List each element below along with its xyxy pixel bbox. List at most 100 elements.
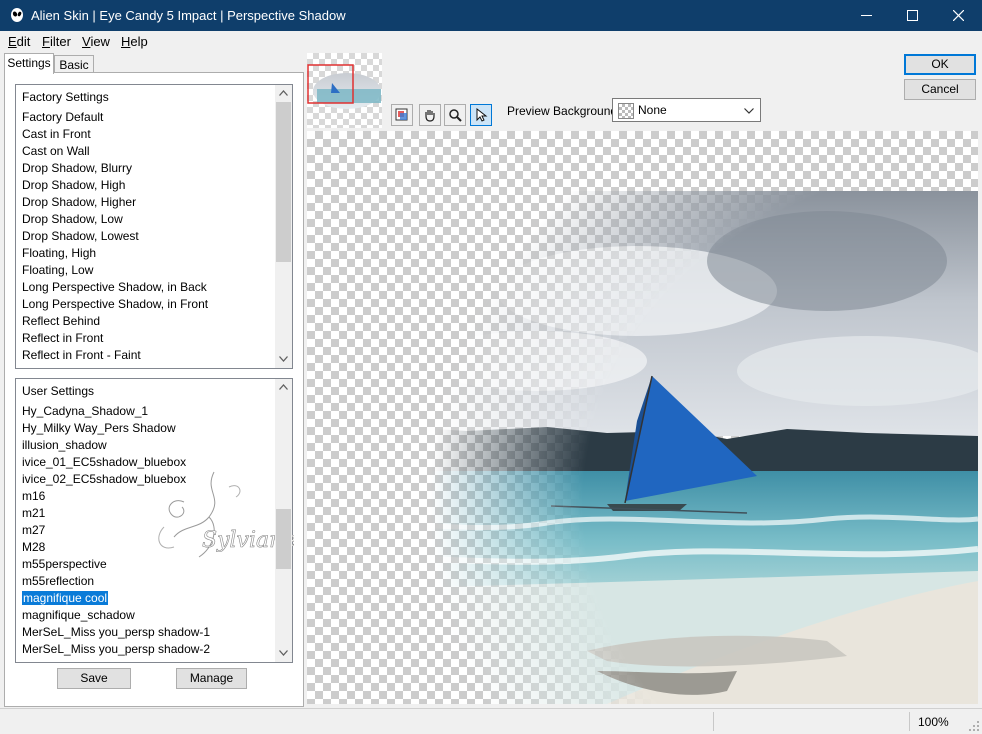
list-item-label: Hy_Milky Way_Pers Shadow [22, 421, 176, 435]
zoom-level: 100% [918, 715, 949, 729]
list-item[interactable]: Reflect Behind [22, 313, 274, 330]
user-settings-list[interactable]: User Settings Hy_Cadyna_Shadow_1 Hy_Milky… [15, 378, 294, 663]
list-item-label: Floating, Low [22, 263, 94, 277]
list-item[interactable]: illusion_shadow [22, 437, 274, 454]
user-list-scrollbar[interactable] [275, 379, 292, 662]
list-item[interactable]: Floating, High [22, 245, 274, 262]
factory-settings-list[interactable]: Factory Settings Factory Default Cast in … [15, 84, 293, 369]
list-item[interactable]: MerSeL_Miss you_persp shadow-2 [22, 641, 274, 658]
save-button[interactable]: Save [57, 668, 131, 689]
list-item-label: MerSeL_Miss you_persp shadow-1 [22, 625, 211, 639]
list-item[interactable]: Drop Shadow, Low [22, 211, 274, 228]
pointer-icon [476, 108, 488, 122]
close-button[interactable] [936, 0, 982, 31]
title-bar: Alien Skin | Eye Candy 5 Impact | Perspe… [0, 0, 982, 31]
list-item[interactable]: Cast in Front [22, 126, 274, 143]
menu-help[interactable]: Help [121, 34, 148, 49]
zoom-tool[interactable] [444, 104, 466, 126]
zoom-icon [449, 109, 462, 122]
preview-background-value: None [638, 103, 667, 117]
navigator-tool[interactable] [391, 104, 413, 126]
list-item-label: Hy_Cadyna_Shadow_1 [22, 404, 149, 418]
list-item[interactable]: Cast on Wall [22, 143, 274, 160]
chevron-down-icon [279, 650, 288, 656]
resize-grip-icon[interactable] [968, 720, 980, 732]
list-item-label: Drop Shadow, Low [22, 212, 123, 226]
scroll-up-button[interactable] [275, 379, 292, 396]
scroll-down-button[interactable] [275, 645, 292, 662]
list-item[interactable]: Drop Shadow, Blurry [22, 160, 274, 177]
menu-edit[interactable]: Edit [8, 34, 30, 49]
list-item-label: MerSeL_Miss you_persp shadow-2 [22, 642, 211, 656]
factory-settings-items: Factory Default Cast in Front Cast on Wall… [22, 109, 274, 364]
settings-panel: Factory Settings Factory Default Cast in … [4, 72, 304, 707]
list-item-label: m27 [22, 523, 46, 537]
list-item-label: Long Perspective Shadow, in Back [22, 280, 207, 294]
preview-background-label: Preview Background: [507, 104, 621, 118]
scroll-thumb[interactable] [276, 509, 291, 569]
list-item-label: m16 [22, 489, 46, 503]
list-item[interactable]: Reflect in Front - Faint [22, 347, 274, 364]
chevron-up-icon [279, 90, 288, 96]
list-item[interactable]: Floating, Low [22, 262, 274, 279]
navigator-image [307, 64, 381, 109]
list-item-label: m55perspective [22, 557, 107, 571]
navigator-thumbnail[interactable] [307, 53, 382, 128]
list-item[interactable]: Hy_Cadyna_Shadow_1 [22, 403, 274, 420]
list-item-label: magnifique_schadow [22, 608, 135, 622]
list-item-label: Drop Shadow, Lowest [22, 229, 139, 243]
list-item[interactable]: Drop Shadow, High [22, 177, 274, 194]
transparent-swatch-icon [618, 103, 634, 119]
maximize-icon [907, 10, 918, 21]
list-item-label: M28 [22, 540, 46, 554]
list-item[interactable]: Long Perspective Shadow, in Front [22, 296, 274, 313]
window-title: Alien Skin | Eye Candy 5 Impact | Perspe… [31, 8, 346, 23]
list-item[interactable]: Long Perspective Shadow, in Back [22, 279, 274, 296]
chevron-up-icon [279, 384, 288, 390]
hand-icon [425, 110, 435, 122]
scroll-down-button[interactable] [275, 351, 292, 368]
hand-tool[interactable] [419, 104, 441, 126]
list-item-label: Drop Shadow, Higher [22, 195, 137, 209]
menu-view[interactable]: View [82, 34, 110, 49]
scroll-thumb[interactable] [276, 102, 291, 262]
tab-settings[interactable]: Settings [4, 53, 54, 74]
list-item-label: Cast in Front [22, 127, 91, 141]
minimize-button[interactable] [844, 0, 890, 31]
list-item-label: Reflect in Front [22, 331, 104, 345]
cancel-button[interactable]: Cancel [904, 79, 976, 100]
sylviane-watermark: Sylviane [158, 471, 294, 558]
scroll-up-button[interactable] [275, 85, 292, 102]
list-item[interactable]: magnifique_schadow [22, 607, 274, 624]
factory-list-scrollbar[interactable] [275, 85, 292, 368]
preview-canvas[interactable] [307, 131, 978, 704]
minimize-icon [861, 15, 872, 16]
list-item-label: m55reflection [22, 574, 95, 588]
list-item[interactable]: Factory Default [22, 109, 274, 126]
status-separator [909, 712, 910, 731]
list-item-label: Reflect Behind [22, 314, 101, 328]
list-item-label: Drop Shadow, High [22, 178, 126, 192]
list-item[interactable]: Hy_Milky Way_Pers Shadow [22, 420, 274, 437]
list-item[interactable]: Reflect in Front [22, 330, 274, 347]
menu-bar: Edit Filter View Help [0, 31, 982, 51]
list-item-label: Floating, High [22, 246, 97, 260]
list-item[interactable]: Drop Shadow, Lowest [22, 228, 274, 245]
menu-filter[interactable]: Filter [42, 34, 71, 49]
pointer-tool[interactable] [470, 104, 492, 126]
list-item-label: m21 [22, 506, 46, 520]
preview-image [307, 191, 978, 704]
chevron-down-icon [744, 108, 754, 114]
list-item[interactable]: Drop Shadow, Higher [22, 194, 274, 211]
list-item-label: Drop Shadow, Blurry [22, 161, 133, 175]
manage-button[interactable]: Manage [176, 668, 247, 689]
list-item[interactable]: MerSeL_Miss you_persp shadow-1 [22, 624, 274, 641]
list-item[interactable]: magnifique cool [20, 590, 274, 607]
list-item-label: Reflect in Front - Faint [22, 348, 141, 362]
ok-button[interactable]: OK [904, 54, 976, 75]
maximize-button[interactable] [890, 0, 936, 31]
preview-background-select[interactable]: None [612, 98, 761, 122]
list-item-label: Cast on Wall [22, 144, 90, 158]
navigator-icon [395, 108, 408, 121]
factory-settings-header: Factory Settings [22, 90, 109, 104]
